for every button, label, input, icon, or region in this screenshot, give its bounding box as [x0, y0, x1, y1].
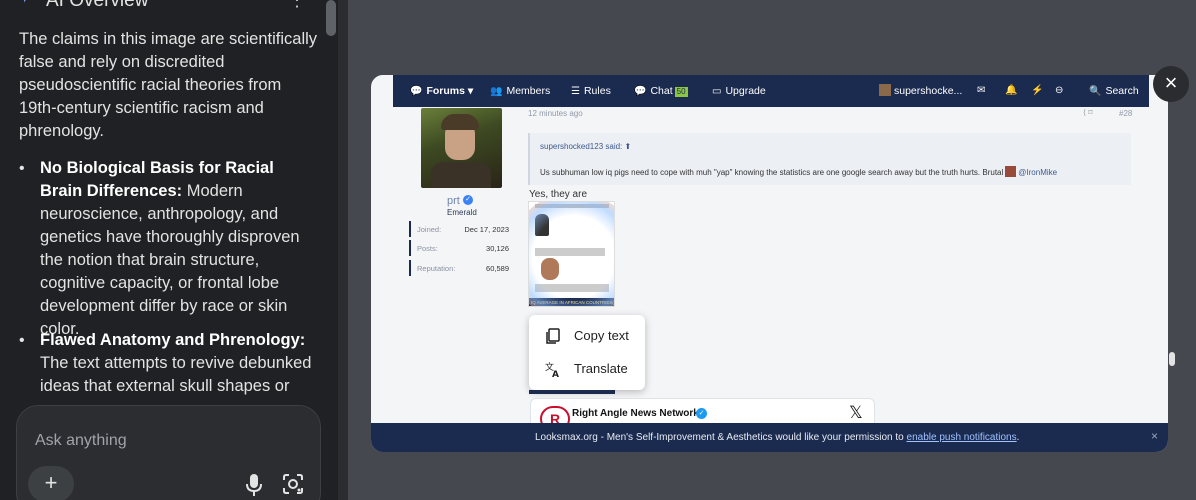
nav-members-label: Members: [506, 85, 551, 97]
stat-posts: Posts: 30,126: [409, 240, 509, 256]
copy-text-button[interactable]: Copy text: [529, 320, 645, 352]
nav-rules[interactable]: ☰ Rules: [571, 75, 611, 107]
meme-bottom-strip: [529, 390, 615, 394]
arrow-up-icon[interactable]: ⬆: [625, 142, 632, 151]
reply-text: Yes, they are: [529, 189, 588, 200]
bullet-dot: •: [19, 332, 25, 349]
ai-overview-title: AI Overview: [46, 0, 149, 11]
context-menu: Copy text 文 A Translate: [529, 315, 645, 390]
nav-search-label: Search: [1105, 85, 1139, 97]
bullet-body: Modern neuroscience, anthropology, and g…: [40, 182, 300, 338]
nav-search[interactable]: 🔍 Search: [1089, 75, 1139, 107]
bullet-heading: Flawed Anatomy and Phrenology:: [40, 331, 306, 349]
verified-icon: ✓: [463, 195, 473, 205]
stat-value: 60,589: [486, 264, 509, 273]
nav-upgrade-label: Upgrade: [725, 85, 766, 97]
nav-chat[interactable]: 💬 Chat 50: [634, 75, 688, 107]
push-banner-end: .: [1016, 432, 1020, 443]
bullet-text: No Biological Basis for Racial Brain Dif…: [40, 157, 320, 341]
bullet-body: The text attempts to revive debunked ide…: [40, 354, 312, 395]
copy-text-label: Copy text: [574, 328, 629, 343]
nav-forums-label: Forums: [426, 85, 465, 97]
nav-forums[interactable]: 💬 Forums ▾: [410, 75, 473, 107]
enable-push-link[interactable]: enable push notifications: [907, 432, 1017, 443]
stat-key: Reputation:: [417, 264, 456, 273]
quote-author[interactable]: supershocked123 said: ⬆: [540, 142, 631, 151]
bullet-text: Flawed Anatomy and Phrenology: The text …: [40, 329, 320, 398]
add-button[interactable]: +: [28, 466, 74, 500]
post-timestamp[interactable]: 12 minutes ago: [528, 109, 583, 118]
quote-author-label: supershocked123 said:: [540, 142, 623, 151]
card-icon: ▭: [712, 86, 722, 97]
ai-bullet-item: • Flawed Anatomy and Phrenology: The tex…: [19, 329, 319, 409]
ai-overview-header: ✦ AI Overview ⋮: [0, 0, 338, 12]
stat-value: Dec 17, 2023: [464, 225, 509, 234]
bolt-icon[interactable]: ⚡: [1031, 75, 1043, 107]
bullet-dot: •: [19, 160, 25, 177]
translate-button[interactable]: 文 A Translate: [529, 353, 645, 385]
stat-key: Posts:: [417, 244, 438, 253]
stat-reputation: Reputation: 60,589: [409, 260, 509, 276]
poster-username[interactable]: prt: [447, 195, 460, 207]
bell-icon[interactable]: 🔔: [1005, 75, 1017, 107]
poster-rank: Emerald: [447, 208, 477, 217]
svg-text:A: A: [552, 370, 559, 377]
close-viewer-button[interactable]: ×: [1153, 66, 1189, 102]
forum-navbar: 💬 Forums ▾ 👥 Members ☰ Rules 💬 Chat 50 ▭ Upgra…: [393, 75, 1149, 107]
push-banner-message: Looksmax.org - Men's Self-Improvement & …: [535, 432, 907, 443]
quote-mention[interactable]: @IronMike: [1018, 168, 1057, 177]
nav-user-label: supershocke...: [894, 85, 963, 97]
quoted-post: supershocked123 said: ⬆ Us subhuman low …: [528, 133, 1131, 185]
camera-lens-icon[interactable]: [281, 472, 305, 496]
forum-screenshot: 💬 Forums ▾ 👥 Members ☰ Rules 💬 Chat 50 ▭ Upgra…: [371, 75, 1168, 452]
chat-bubbles-icon: 💬: [410, 86, 423, 97]
nav-upgrade[interactable]: ▭ Upgrade: [712, 75, 766, 107]
nav-members[interactable]: 👥 Members: [490, 75, 550, 107]
translate-label: Translate: [574, 361, 628, 376]
user-avatar: [879, 84, 891, 96]
stat-joined: Joined: Dec 17, 2023: [409, 221, 509, 237]
x-logo-icon[interactable]: 𝕏: [849, 403, 863, 423]
mention-avatar: [1005, 166, 1017, 177]
search-icon: 🔍: [1089, 86, 1102, 97]
panel-divider[interactable]: [338, 0, 348, 500]
ai-bullet-item: • No Biological Basis for Racial Brain D…: [19, 157, 319, 338]
quote-text: Us subhuman low iq pigs need to cope wit…: [540, 166, 1057, 177]
ai-overview-panel: ✦ AI Overview ⋮ The claims in this image…: [0, 0, 338, 500]
microphone-icon[interactable]: [243, 472, 265, 498]
sparkle-icon: ✦: [18, 0, 36, 8]
nav-user-account[interactable]: supershocke...: [879, 75, 962, 107]
translate-icon: 文 A: [545, 361, 559, 377]
quote-body: Us subhuman low iq pigs need to cope wit…: [540, 168, 1004, 177]
poster-avatar[interactable]: [421, 108, 502, 188]
ai-intro-text: The claims in this image are scientifica…: [19, 30, 318, 140]
selection-glow: [529, 202, 614, 306]
copy-icon: [546, 328, 560, 344]
push-banner-text: Looksmax.org - Men's Self-Improvement & …: [535, 432, 1019, 443]
list-icon: ☰: [571, 86, 580, 97]
panel-scrollbar[interactable]: [326, 0, 336, 36]
chat-count-badge: 50: [674, 87, 688, 97]
ask-input-placeholder[interactable]: Ask anything: [35, 432, 127, 450]
more-options-icon[interactable]: ⋮: [288, 0, 306, 11]
viewer-scrollbar[interactable]: [1169, 352, 1175, 366]
push-notification-banner: Looksmax.org - Men's Self-Improvement & …: [371, 423, 1168, 452]
verified-icon: ✓: [696, 408, 707, 419]
toggle-icon[interactable]: ⊖: [1055, 75, 1063, 107]
mail-icon[interactable]: ✉: [977, 75, 985, 107]
users-icon: 👥: [490, 86, 503, 97]
stat-value: 30,126: [486, 244, 509, 253]
stat-key: Joined:: [417, 225, 442, 234]
banner-close-icon[interactable]: ×: [1151, 429, 1158, 443]
embed-account-name[interactable]: Right Angle News Network: [572, 408, 699, 419]
nav-chat-label: Chat: [650, 85, 673, 97]
meme-image[interactable]: IQ AVERAGE IN AFRICAN COUNTRIES(2017): [528, 201, 615, 307]
chat-icon: 💬: [634, 86, 647, 97]
post-number[interactable]: #28: [1119, 109, 1132, 118]
share-bookmark-icons[interactable]: ⟨ ⌑: [1083, 108, 1092, 117]
nav-rules-label: Rules: [583, 85, 611, 97]
ask-input-box[interactable]: Ask anything +: [16, 405, 321, 500]
